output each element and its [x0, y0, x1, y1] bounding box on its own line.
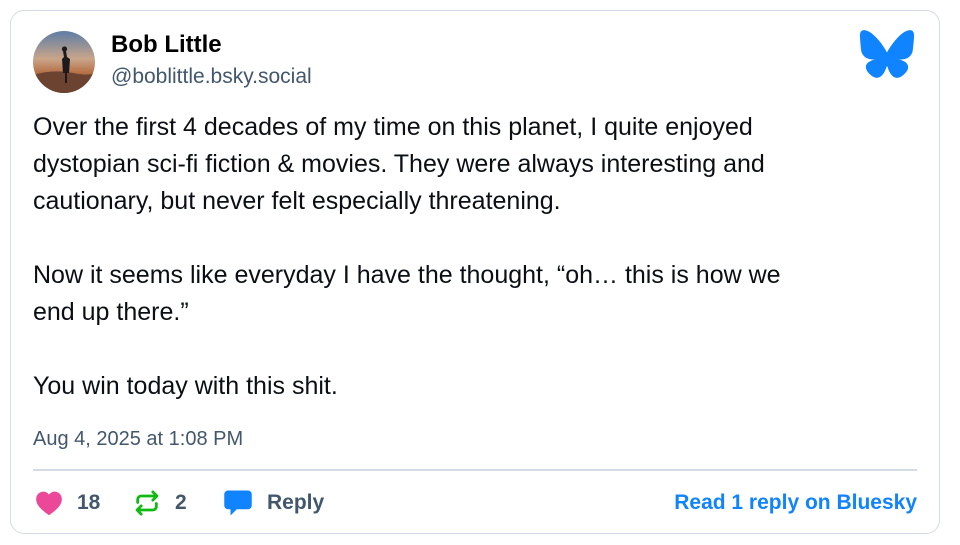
reply-button[interactable]: Reply	[223, 485, 324, 521]
bluesky-butterfly-icon[interactable]	[859, 29, 915, 79]
like-button[interactable]: 18	[35, 485, 100, 521]
divider	[33, 469, 917, 471]
avatar[interactable]	[33, 31, 95, 93]
reply-label: Reply	[267, 491, 325, 514]
like-count: 18	[77, 491, 101, 514]
post-text: Over the first 4 decades of my time on t…	[33, 109, 913, 405]
post-line: cautionary, but never felt especially th…	[33, 187, 561, 215]
repost-count: 2	[175, 491, 187, 514]
heart-icon	[35, 490, 63, 516]
repost-icon	[133, 489, 161, 517]
action-bar: 18 2 Reply Read 1 reply on Bluesky	[33, 485, 917, 521]
post-timestamp[interactable]: Aug 4, 2025 at 1:08 PM	[33, 428, 243, 451]
post-line: end up there.”	[33, 298, 189, 326]
post-line: dystopian sci-fi fiction & movies. They …	[33, 150, 765, 178]
post-line: You win today with this shit.	[33, 372, 338, 400]
post-line: Over the first 4 decades of my time on t…	[33, 113, 753, 141]
speech-bubble-icon	[223, 489, 253, 517]
read-replies-link[interactable]: Read 1 reply on Bluesky	[674, 485, 917, 521]
display-name[interactable]: Bob Little	[111, 31, 222, 59]
post-line: Now it seems like everyday I have the th…	[33, 261, 781, 289]
author-handle[interactable]: @boblittle.bsky.social	[111, 65, 312, 89]
repost-button[interactable]: 2	[133, 485, 187, 521]
post-card: Bob Little @boblittle.bsky.social Over t…	[10, 10, 940, 534]
